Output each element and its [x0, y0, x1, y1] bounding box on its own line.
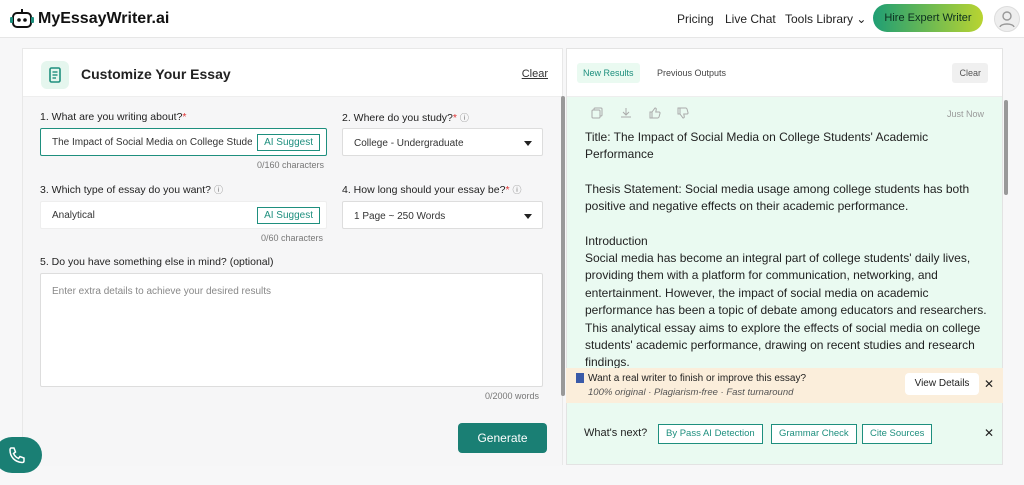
question-3-label: 3. Which type of essay do you want? ⓘ [40, 184, 223, 196]
topic-ai-suggest-button[interactable]: AI Suggest [257, 134, 320, 151]
question-2-label: 2. Where do you study?* ⓘ [342, 112, 469, 124]
tab-previous-outputs[interactable]: Previous Outputs [651, 63, 732, 83]
writer-promo-banner: Want a real writer to finish or improve … [566, 368, 1003, 403]
result-title: Title: The Impact of Social Media on Col… [585, 130, 932, 162]
copy-icon[interactable] [591, 107, 603, 119]
close-icon[interactable]: ✕ [984, 426, 994, 440]
chevron-down-icon: ⌄ [856, 12, 867, 26]
essay-type-char-counter: 0/60 characters [261, 233, 324, 243]
phone-icon [9, 447, 25, 464]
whats-next-bar: What's next? By Pass AI Detection Gramma… [566, 415, 1003, 453]
result-introduction: Introduction Social media has become an … [585, 233, 987, 369]
dropdown-caret-icon [524, 141, 532, 146]
nav-tools-library-link[interactable]: Tools Library ⌄ [785, 12, 866, 26]
essay-type-input[interactable]: Analytical AI Suggest [40, 201, 327, 229]
whats-next-label: What's next? [584, 427, 648, 439]
info-icon: ⓘ [213, 185, 223, 195]
result-timestamp: Just Now [946, 109, 984, 119]
view-details-button[interactable]: View Details [905, 373, 979, 395]
essay-length-value: 1 Page ~ 250 Words [354, 211, 446, 222]
promo-title: Want a real writer to finish or improve … [588, 373, 807, 384]
result-thesis: Thesis Statement: Social media usage amo… [585, 181, 973, 214]
download-icon[interactable] [620, 107, 632, 119]
bypass-ai-detection-chip[interactable]: By Pass AI Detection [658, 424, 763, 444]
robot-logo-icon[interactable] [10, 8, 34, 30]
results-scrollbar[interactable] [1004, 100, 1008, 195]
study-level-value: College - Undergraduate [354, 138, 464, 149]
tools-library-label: Tools Library [785, 12, 854, 26]
extra-details-textarea[interactable]: Enter extra details to achieve your desi… [40, 273, 543, 387]
dropdown-caret-icon [524, 214, 532, 219]
top-navigation-bar: MyEssayWriter.ai Pricing Live Chat Tools… [0, 0, 1024, 38]
brand-name[interactable]: MyEssayWriter.ai [38, 10, 169, 28]
study-level-select[interactable]: College - Undergraduate [342, 128, 543, 156]
document-icon [41, 61, 69, 89]
book-icon [576, 373, 584, 383]
grammar-check-chip[interactable]: Grammar Check [771, 424, 857, 444]
form-scrollbar[interactable] [561, 96, 565, 396]
promo-subtitle: 100% original · Plagiarism-free · Fast t… [588, 387, 794, 398]
user-icon [999, 11, 1015, 28]
essay-result-text: Title: The Impact of Social Media on Col… [585, 129, 990, 369]
thumbs-down-icon[interactable] [677, 107, 689, 119]
question-5-label: 5. Do you have something else in mind? (… [40, 256, 274, 268]
support-call-button[interactable] [0, 437, 42, 473]
cite-sources-chip[interactable]: Cite Sources [862, 424, 933, 444]
nav-live-chat-link[interactable]: Live Chat [725, 12, 776, 26]
topic-input[interactable]: The Impact of Social Media on College St… [40, 128, 327, 156]
essay-length-select[interactable]: 1 Page ~ 250 Words [342, 201, 543, 229]
tab-new-results[interactable]: New Results [577, 63, 640, 83]
form-clear-link[interactable]: Clear [522, 68, 548, 80]
question-4-label: 4. How long should your essay be?* ⓘ [342, 184, 522, 196]
info-icon: ⓘ [512, 185, 522, 195]
results-clear-button[interactable]: Clear [952, 63, 988, 83]
extra-details-placeholder: Enter extra details to achieve your desi… [52, 286, 271, 297]
form-title: Customize Your Essay [81, 66, 231, 82]
close-icon[interactable]: ✕ [984, 377, 994, 391]
info-icon: ⓘ [459, 113, 469, 123]
hire-expert-writer-button[interactable]: Hire Expert Writer [873, 4, 983, 32]
essay-type-ai-suggest-button[interactable]: AI Suggest [257, 207, 320, 224]
nav-pricing-link[interactable]: Pricing [677, 12, 714, 26]
results-tab-bar: New Results Previous Outputs Clear [567, 49, 1002, 97]
generate-button[interactable]: Generate [458, 423, 547, 453]
topic-char-counter: 0/160 characters [257, 160, 325, 170]
thumbs-up-icon[interactable] [649, 107, 661, 119]
topic-input-value: The Impact of Social Media on College St… [52, 137, 252, 148]
essay-type-value: Analytical [52, 210, 95, 221]
form-header: Customize Your Essay Clear [23, 49, 562, 97]
extra-details-word-counter: 0/2000 words [485, 391, 540, 401]
question-1-label: 1. What are you writing about?* [40, 111, 187, 123]
user-avatar[interactable] [994, 6, 1020, 32]
